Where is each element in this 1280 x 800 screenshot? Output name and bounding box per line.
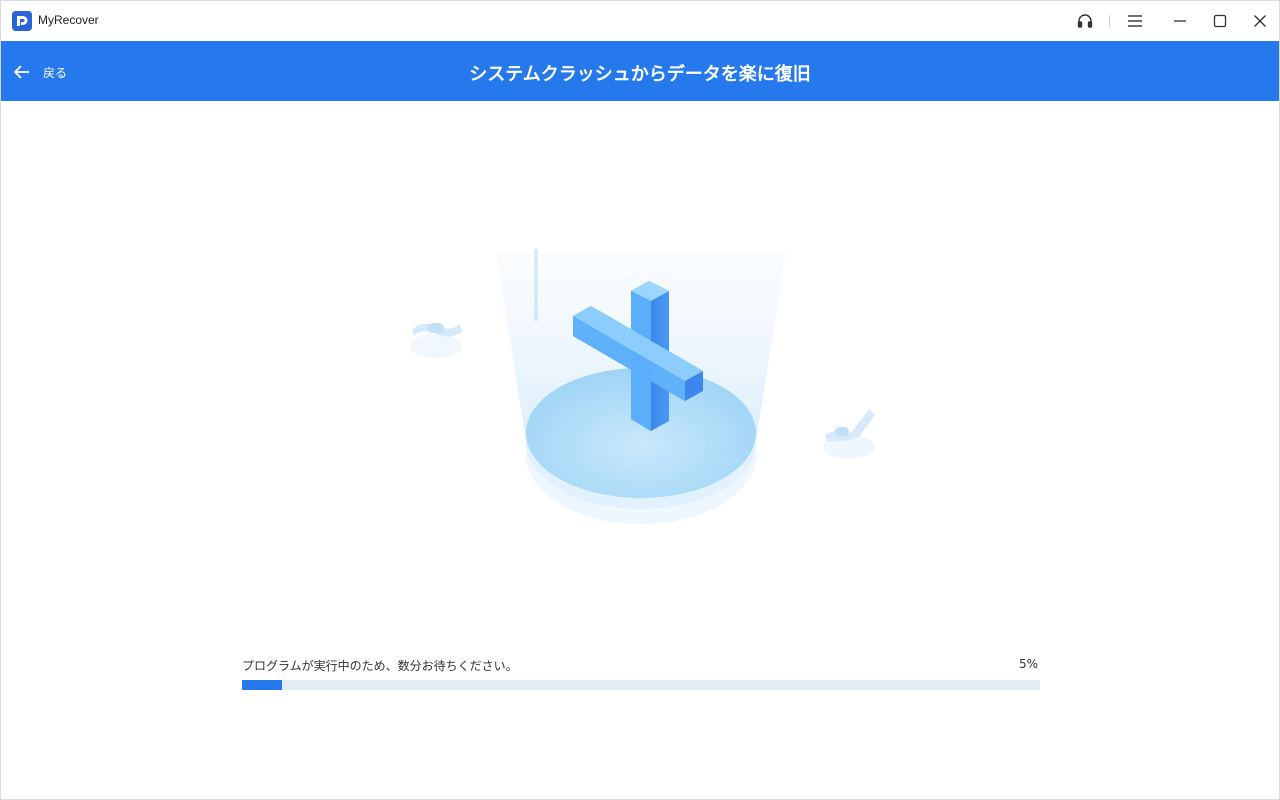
menu-icon[interactable] <box>1122 9 1148 33</box>
page-title: システムクラッシュからデータを楽に復旧 <box>469 64 811 85</box>
app-logo-icon <box>12 11 32 31</box>
maximize-icon[interactable] <box>1207 9 1233 33</box>
titlebar-divider <box>1109 15 1110 27</box>
progress-bar <box>242 680 1040 690</box>
title-bar: MyRecover <box>1 1 1279 41</box>
progress-label: プログラムが実行中のため、数分お待ちください。 <box>242 659 518 673</box>
headset-icon[interactable] <box>1072 9 1098 33</box>
progress-fill <box>242 680 282 690</box>
repair-illustration <box>391 231 891 541</box>
close-icon[interactable] <box>1247 9 1273 33</box>
app-window: MyRecover 戻る システムクラッシュからデータを楽に復旧 プログラムが実… <box>0 0 1280 800</box>
minimize-icon[interactable] <box>1167 9 1193 33</box>
progress-percent: 5% <box>1018 657 1038 671</box>
page-header: 戻る システムクラッシュからデータを楽に復旧 <box>1 41 1279 101</box>
app-name: MyRecover <box>38 13 99 27</box>
